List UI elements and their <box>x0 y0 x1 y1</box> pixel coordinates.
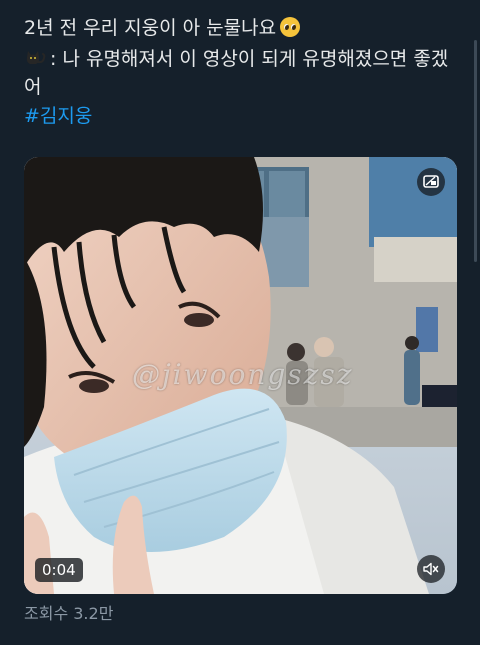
picture-in-picture-icon[interactable] <box>417 168 445 196</box>
pleading-face-icon <box>280 17 301 37</box>
tweet-text-line-1: 2년 전 우리 지웅이 아 눈물나요 <box>24 15 301 41</box>
video-duration: 0:04 <box>35 558 83 582</box>
tweet-card: 2년 전 우리 지웅이 아 눈물나요 : 나 유명해져서 이 영상이 되게 유명… <box>0 0 480 645</box>
tweet-text-line-3: 어 <box>24 74 41 100</box>
tweet-text-3: 어 <box>24 76 42 98</box>
black-cat-icon <box>26 51 46 64</box>
video-player[interactable]: @jiwoongszsz 0:04 <box>24 157 457 594</box>
tweet-text-2: : 나 유명해져서 이 영상이 되게 유명해졌으면 좋겠 <box>50 48 449 70</box>
view-count: 조회수 3.2만 <box>24 604 114 623</box>
watermark-text: @jiwoongszsz <box>132 358 354 391</box>
hashtag-link[interactable]: #김지웅 <box>24 103 92 129</box>
scrollbar[interactable] <box>474 40 477 262</box>
tweet-text-line-2: : 나 유명해져서 이 영상이 되게 유명해졌으면 좋겠 <box>24 46 448 72</box>
muted-speaker-icon[interactable] <box>417 555 445 583</box>
tweet-text-1: 2년 전 우리 지웅이 아 눈물나요 <box>24 17 277 39</box>
